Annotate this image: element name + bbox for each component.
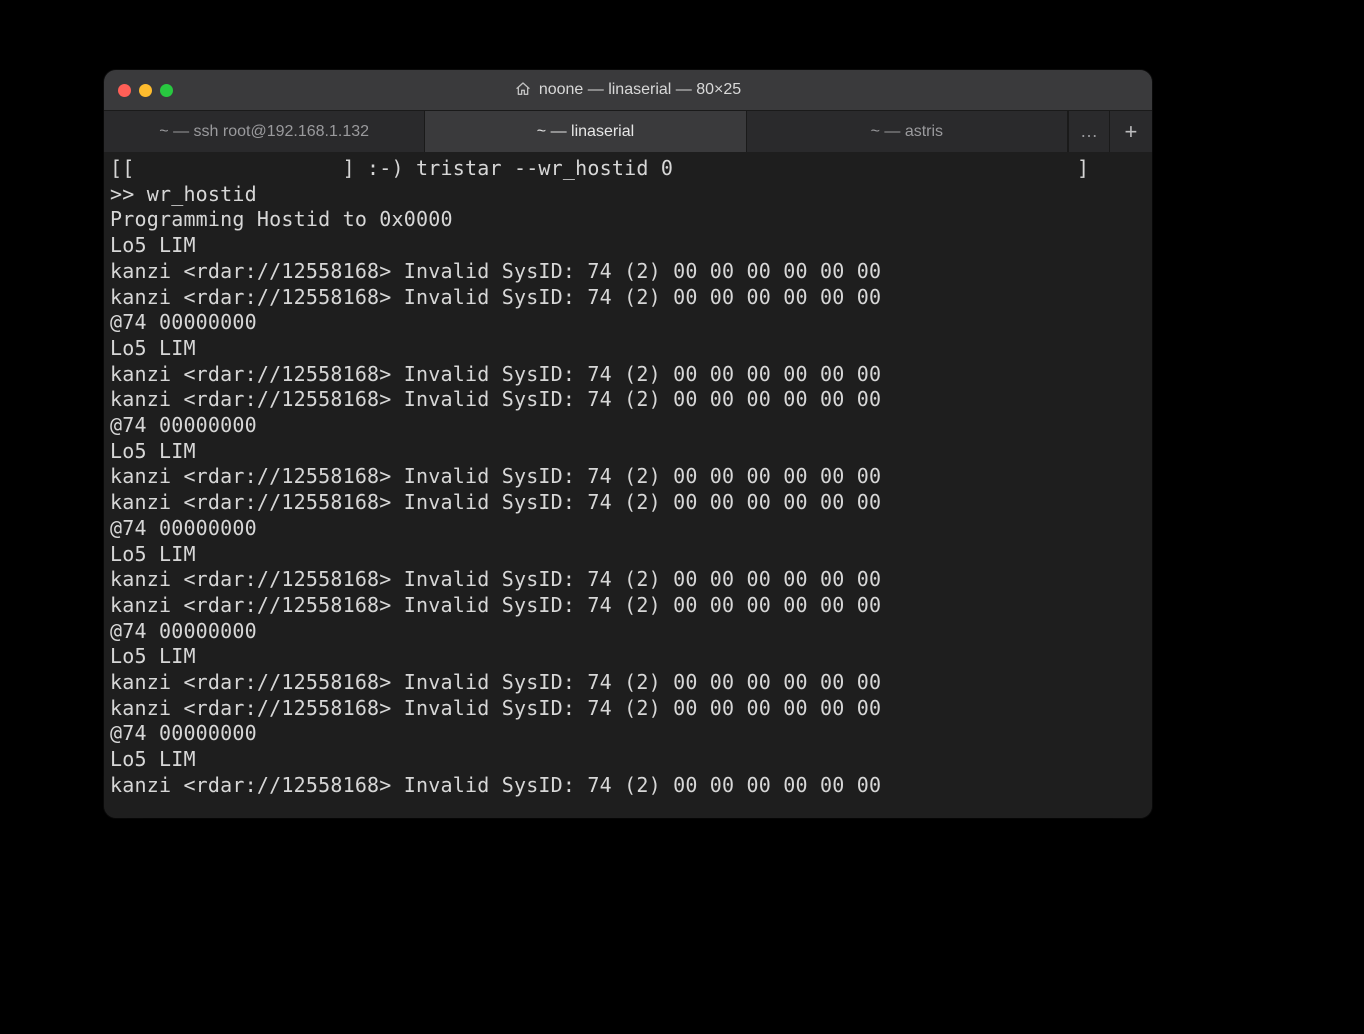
close-icon[interactable] [118,84,131,97]
tab-astris[interactable]: ~ — astris [747,111,1068,152]
window-title-container: noone — linaserial — 80×25 [104,81,1152,100]
tabbar: ~ — ssh root@192.168.1.132 ~ — linaseria… [104,110,1152,152]
terminal-window: noone — linaserial — 80×25 ~ — ssh root@… [104,70,1152,818]
traffic-lights [104,84,173,97]
titlebar[interactable]: noone — linaserial — 80×25 [104,70,1152,110]
tab-label: ~ — astris [871,123,943,141]
tab-label: ~ — ssh root@192.168.1.132 [159,123,369,141]
tab-label: ~ — linaserial [537,123,634,141]
tab-linaserial[interactable]: ~ — linaserial [425,111,746,152]
tab-ssh[interactable]: ~ — ssh root@192.168.1.132 [104,111,425,152]
home-icon [515,81,531,100]
plus-icon: + [1125,119,1138,145]
window-title: noone — linaserial — 80×25 [539,81,741,99]
terminal-output[interactable]: [[ ] :-) tristar --wr_hostid 0 ] >> wr_h… [104,152,1152,818]
ellipsis-icon: … [1080,121,1098,142]
new-tab-button[interactable]: + [1110,111,1152,152]
minimize-icon[interactable] [139,84,152,97]
tab-overflow-button[interactable]: … [1068,111,1110,152]
zoom-icon[interactable] [160,84,173,97]
